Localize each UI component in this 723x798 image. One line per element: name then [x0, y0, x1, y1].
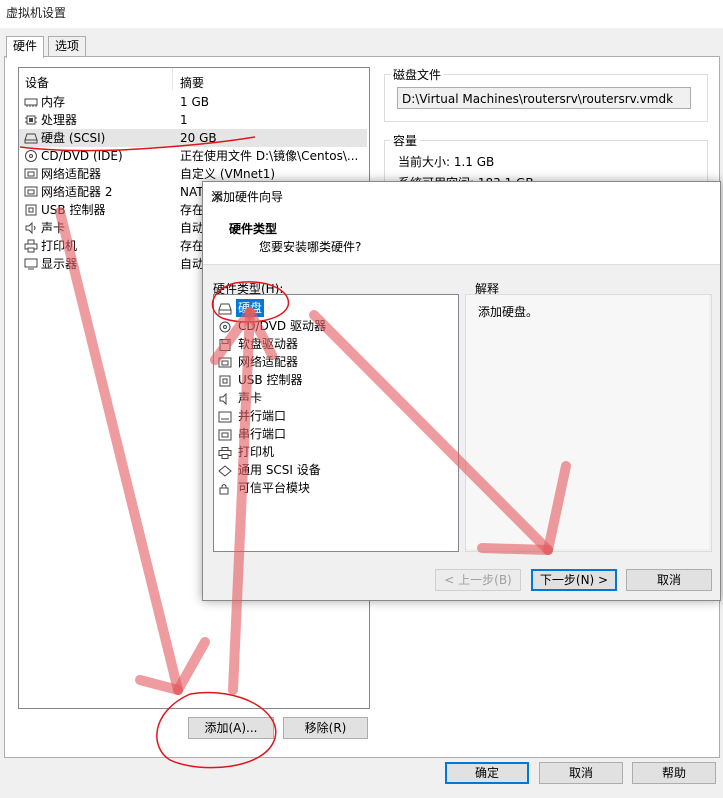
tpm-icon: [219, 483, 229, 494]
device-summary: 1 GB: [180, 95, 209, 109]
back-button[interactable]: < 上一步(B): [435, 569, 521, 591]
list-item-label: 软盘驱动器: [238, 337, 299, 351]
device-row-processor[interactable]: 处理器 1: [19, 111, 367, 129]
wizard-footer: < 上一步(B) 下一步(N) > 取消: [203, 559, 720, 600]
explanation-panel-fill: [466, 295, 709, 549]
list-item-label: 硬盘: [236, 299, 265, 317]
device-name: 网络适配器: [41, 167, 102, 181]
device-summary: 存在: [180, 203, 205, 217]
remove-button[interactable]: 移除(R): [283, 717, 368, 739]
column-separator[interactable]: [172, 68, 173, 90]
list-item-cdrom[interactable]: CD/DVD 驱动器: [218, 317, 328, 335]
window-title: 虚拟机设置: [6, 6, 67, 20]
display-icon: [24, 258, 38, 270]
summary-column-header[interactable]: 摘要: [180, 74, 204, 91]
list-item-generic-scsi[interactable]: 通用 SCSI 设备: [218, 461, 323, 479]
device-column-header[interactable]: 设备: [25, 74, 49, 91]
network-icon: [24, 186, 38, 197]
sound-icon: [25, 221, 36, 235]
explanation-panel: 添加硬盘。: [465, 294, 712, 552]
wizard-heading: 硬件类型: [229, 222, 278, 236]
network-icon: [218, 357, 232, 367]
list-item-label: 打印机: [238, 445, 275, 459]
scsi-icon: [218, 464, 232, 477]
list-item-usb-controller[interactable]: USB 控制器: [218, 371, 304, 389]
list-item-printer[interactable]: 打印机: [218, 443, 276, 461]
cdrom-icon: [219, 321, 231, 332]
hardware-type-list[interactable]: 硬盘 CD/DVD 驱动器 软盘驱动器 网络适配器 USB 控制器 声卡 并行端…: [213, 294, 459, 552]
device-name: 内存: [41, 95, 66, 109]
hard-disk-icon: [24, 133, 38, 144]
floppy-icon: [219, 338, 231, 351]
tab-hardware[interactable]: 硬件: [6, 36, 45, 58]
processor-icon: [25, 115, 37, 125]
cdrom-icon: [25, 150, 37, 162]
device-row-hard-disk[interactable]: 硬盘 (SCSI) 20 GB: [19, 129, 367, 147]
device-name: 硬盘 (SCSI): [41, 131, 106, 145]
list-item-label: 声卡: [238, 391, 263, 405]
list-item-tpm[interactable]: 可信平台模块: [218, 479, 312, 497]
add-button[interactable]: 添加(A)...: [188, 717, 274, 739]
device-summary: 正在使用文件 D:\镜像\Centos\...: [180, 149, 359, 163]
printer-icon: [218, 446, 232, 459]
explanation-text: 添加硬盘。: [478, 305, 539, 319]
list-item-serial-port[interactable]: 串行端口: [218, 425, 288, 443]
printer-icon: [24, 239, 38, 253]
disk-file-path: D:\Virtual Machines\routersrv\routersrv.…: [397, 87, 691, 109]
capacity-label: 容量: [390, 132, 421, 149]
ok-button[interactable]: 确定: [445, 762, 529, 784]
parallel-port-icon: [218, 411, 232, 422]
list-item-hard-disk[interactable]: 硬盘: [218, 299, 265, 317]
wizard-title-bar: 添加硬件向导 ✕: [203, 182, 720, 210]
list-item-label: 网络适配器: [238, 355, 299, 369]
list-item-label: USB 控制器: [238, 373, 303, 387]
list-item-network-adapter[interactable]: 网络适配器: [218, 353, 300, 371]
device-name: 打印机: [41, 239, 78, 253]
memory-icon: [24, 98, 38, 107]
list-item-parallel-port[interactable]: 并行端口: [218, 407, 288, 425]
network-icon: [24, 168, 38, 179]
device-row-cdrom[interactable]: CD/DVD (IDE) 正在使用文件 D:\镜像\Centos\...: [19, 147, 367, 165]
device-summary: 20 GB: [180, 131, 217, 145]
tab-options[interactable]: 选项: [48, 36, 87, 57]
list-item-label: 通用 SCSI 设备: [238, 463, 321, 477]
list-item-label: 串行端口: [238, 427, 287, 441]
serial-port-icon: [218, 429, 232, 440]
window-title-bar: 虚拟机设置: [0, 0, 723, 28]
device-name: CD/DVD (IDE): [41, 149, 123, 163]
usb-icon: [219, 375, 231, 386]
help-button[interactable]: 帮助: [632, 762, 716, 784]
cancel-button[interactable]: 取消: [539, 762, 623, 784]
list-item-floppy[interactable]: 软盘驱动器: [218, 335, 300, 353]
device-summary: 自动: [180, 257, 205, 271]
device-summary: 1: [180, 113, 188, 127]
sound-icon: [219, 392, 227, 405]
wizard-question: 您要安装哪类硬件?: [259, 240, 362, 254]
list-item-label: 并行端口: [238, 409, 287, 423]
wizard-header: 硬件类型 您要安装哪类硬件?: [203, 210, 720, 265]
current-size-text: 当前大小: 1.1 GB: [398, 155, 495, 169]
wizard-cancel-button[interactable]: 取消: [626, 569, 712, 591]
usb-icon: [25, 204, 37, 216]
device-name: 显示器: [41, 257, 78, 271]
list-item-label: 可信平台模块: [238, 481, 311, 495]
list-item-sound-card[interactable]: 声卡: [218, 389, 264, 407]
device-name: USB 控制器: [41, 203, 106, 217]
device-name: 处理器: [41, 113, 78, 127]
device-summary: 存在: [180, 239, 205, 253]
disk-file-label: 磁盘文件: [390, 66, 445, 83]
add-hardware-wizard-dialog: 添加硬件向导 ✕ 硬件类型 您要安装哪类硬件? 硬件类型(H): 硬盘 CD/D…: [202, 181, 721, 601]
hard-disk-icon: [218, 303, 232, 314]
device-summary: 自动: [180, 221, 205, 235]
close-icon[interactable]: ✕: [211, 188, 712, 207]
device-name: 网络适配器 2: [41, 185, 113, 199]
next-button[interactable]: 下一步(N) >: [531, 569, 617, 591]
device-summary: NAT: [180, 185, 204, 199]
device-name: 声卡: [41, 221, 66, 235]
list-item-label: CD/DVD 驱动器: [238, 319, 326, 333]
device-row-memory[interactable]: 内存 1 GB: [19, 93, 367, 111]
